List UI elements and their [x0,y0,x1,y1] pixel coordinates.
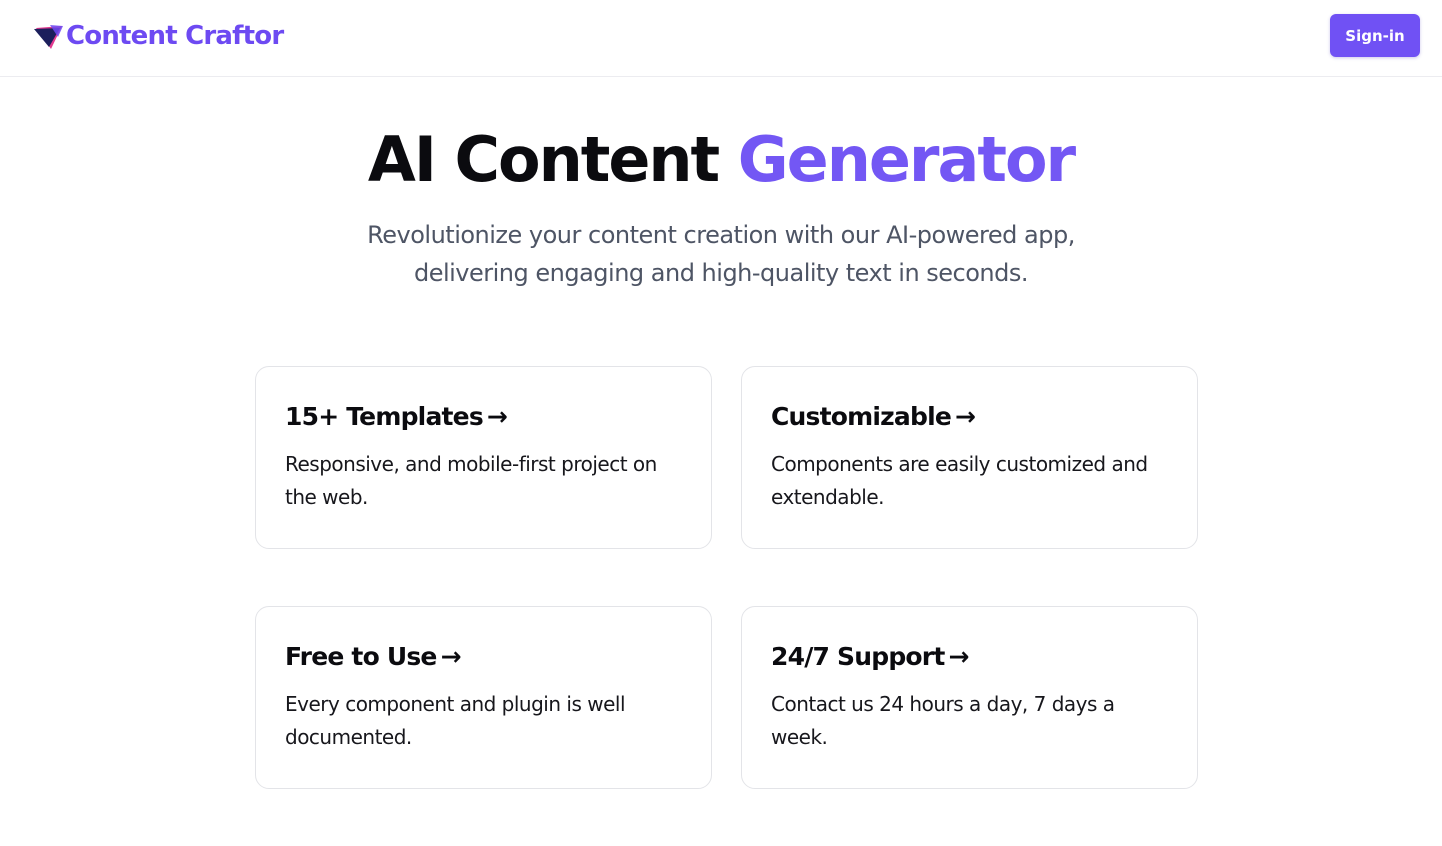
feature-title-text: 24/7 Support [771,642,945,671]
feature-card-support[interactable]: 24/7 Support → Contact us 24 hours a day,… [741,606,1198,789]
top-navbar: Content Craftor Sign-in [0,0,1442,77]
feature-card-customizable[interactable]: Customizable → Components are easily cust… [741,366,1198,549]
arrow-right-icon: → [486,402,508,431]
feature-title-text: 15+ Templates [285,402,484,431]
feature-card-title: 15+ Templates → [285,397,683,437]
feature-card-templates[interactable]: 15+ Templates → Responsive, and mobile-fi… [255,366,712,549]
brand-link[interactable]: Content Craftor [33,20,284,52]
feature-card-title: 24/7 Support → [771,637,1169,677]
feature-card-title: Free to Use → [285,637,683,677]
feature-card-description: Every component and plugin is well docum… [285,692,626,749]
hero-title-main: AI Content [367,123,720,196]
feature-card-title: Customizable → [771,397,1169,437]
brand-name: Content Craftor [66,21,284,51]
feature-card-free-to-use[interactable]: Free to Use → Every component and plugin … [255,606,712,789]
feature-card-description: Contact us 24 hours a day, 7 days a week… [771,692,1115,749]
triangle-logo-icon [34,25,63,49]
arrow-right-icon: → [948,642,969,671]
feature-title-text: Free to Use [285,642,437,671]
sign-in-button[interactable]: Sign-in [1330,14,1420,57]
feature-card-description: Responsive, and mobile-first project on … [285,452,657,509]
arrow-right-icon: → [955,402,976,431]
hero-title-accent: Generator [737,123,1076,196]
feature-title-text: Customizable [771,402,952,431]
arrow-right-icon: → [440,642,462,671]
hero-subtitle: Revolutionize your content creation with… [367,221,1075,287]
hero-title: AI Content Generator [0,122,1442,198]
feature-card-description: Components are easily customized and ext… [771,452,1148,509]
